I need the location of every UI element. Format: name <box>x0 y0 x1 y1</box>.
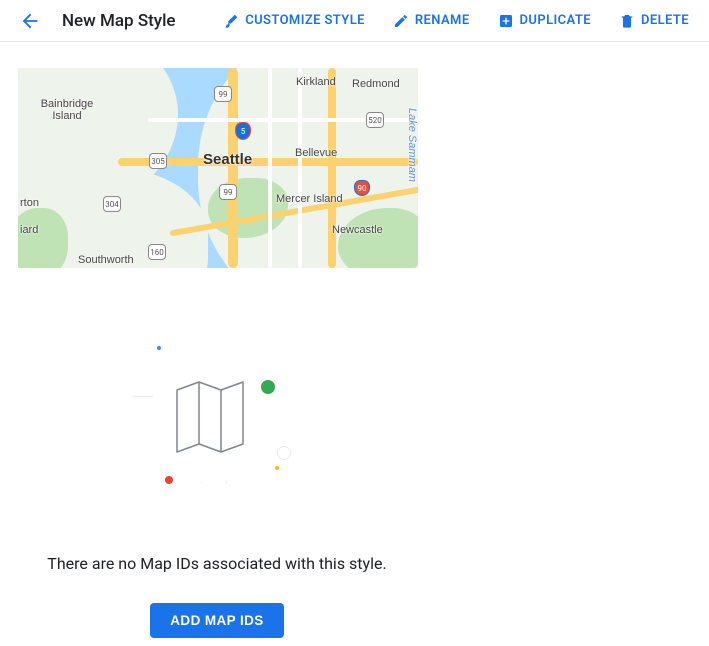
duplicate-label: Duplicate <box>520 13 591 28</box>
route-shield-304: 304 <box>103 196 121 212</box>
delete-label: Delete <box>641 13 689 28</box>
map-label-bellevue: Bellevue <box>295 147 337 159</box>
map-label-iard: iard <box>20 224 38 236</box>
map-label-lake: Lake Sammam <box>406 108 418 182</box>
route-shield-305: 305 <box>149 153 167 169</box>
trash-icon <box>619 13 635 29</box>
route-shield-99b: 99 <box>219 184 237 200</box>
route-shield-99a: 99 <box>214 86 232 102</box>
map-label-redmond: Redmond <box>352 78 400 90</box>
map-label-rton: rton <box>20 197 39 209</box>
folded-map-icon <box>169 374 257 462</box>
interstate-shield-5: 5 <box>235 122 251 140</box>
route-shield-520: 520 <box>366 112 384 128</box>
interstate-shield-90: 90 <box>354 180 370 196</box>
map-label-bainbridge: Bainbridge Island <box>36 98 98 122</box>
route-shield-160: 160 <box>148 244 166 260</box>
map-label-southworth: Southworth <box>78 254 134 266</box>
add-map-ids-button[interactable]: Add Map IDs <box>150 603 283 638</box>
empty-state-illustration <box>137 338 297 498</box>
map-label-kirkland: Kirkland <box>296 76 336 88</box>
delete-button[interactable]: Delete <box>607 7 701 35</box>
map-label-seattle: Seattle <box>203 151 252 168</box>
page-title: New Map Style <box>62 11 176 31</box>
page-header: New Map Style Customize Style Rename Dup… <box>0 0 709 42</box>
duplicate-icon <box>498 13 514 29</box>
pencil-icon <box>393 13 409 29</box>
customize-style-label: Customize Style <box>245 13 365 28</box>
map-preview: Seattle Bellevue Kirkland Redmond Bainbr… <box>18 68 418 268</box>
map-label-newcastle: Newcastle <box>332 224 383 236</box>
map-label-mercer: Mercer Island <box>276 193 343 205</box>
rename-button[interactable]: Rename <box>381 7 482 35</box>
empty-state: There are no Map IDs associated with thi… <box>0 338 434 638</box>
back-button[interactable] <box>14 5 46 37</box>
brush-icon <box>223 13 239 29</box>
duplicate-button[interactable]: Duplicate <box>486 7 603 35</box>
empty-state-message: There are no Map IDs associated with thi… <box>47 554 386 573</box>
header-actions: Customize Style Rename Duplicate Delete <box>211 7 701 35</box>
rename-label: Rename <box>415 13 470 28</box>
arrow-left-icon <box>19 10 41 32</box>
customize-style-button[interactable]: Customize Style <box>211 7 377 35</box>
